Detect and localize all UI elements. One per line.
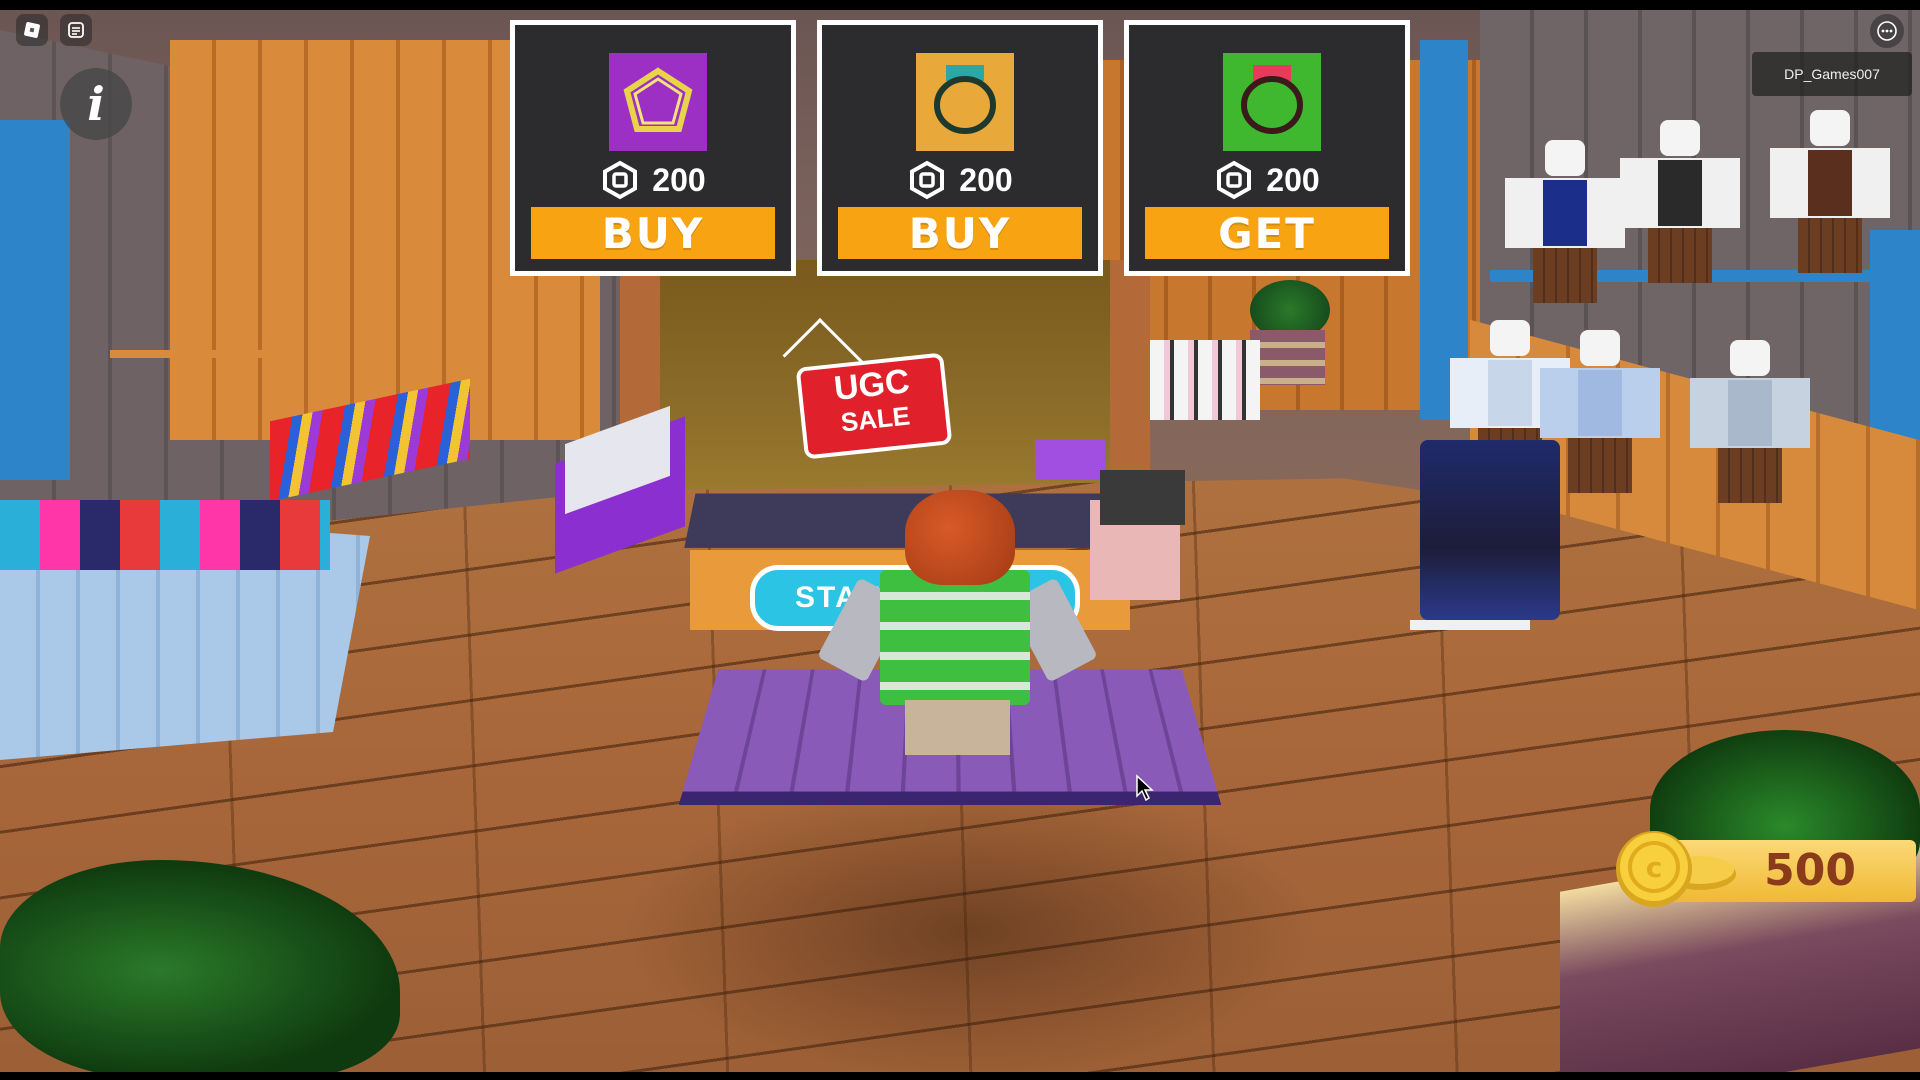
- mannequin: [1770, 110, 1890, 273]
- game-viewport[interactable]: STAN UGC SALE i DP_Games007 200 BUY 200 …: [0, 0, 1920, 1080]
- green-ring-item-icon: [1223, 53, 1321, 151]
- price-row: 200: [822, 155, 1098, 205]
- avatar-legs: [905, 700, 1010, 755]
- buy-button[interactable]: BUY: [838, 207, 1082, 259]
- info-icon: i: [87, 77, 105, 131]
- purple-box: [1035, 440, 1105, 480]
- clothing-rack-pink: [1150, 340, 1260, 420]
- price-label: 200: [1266, 161, 1320, 198]
- player-username: DP_Games007: [1752, 52, 1912, 96]
- hanging-clothes: [0, 500, 330, 570]
- coat-rack: [1420, 440, 1560, 620]
- roblox-logo-icon: [24, 22, 40, 38]
- mouse-cursor-icon: [1136, 774, 1154, 802]
- info-button[interactable]: i: [60, 68, 132, 140]
- ugc-sale-sign: UGC SALE: [795, 352, 953, 460]
- chat-button[interactable]: [60, 14, 92, 46]
- more-options-button[interactable]: [1870, 14, 1904, 48]
- mannequin: [1690, 340, 1810, 503]
- more-options-icon: [1877, 21, 1897, 41]
- coat-rack-base: [1410, 620, 1530, 630]
- purple-pentagon-item-icon: [609, 53, 707, 151]
- shop-item-card-3: 200 GET: [1124, 20, 1410, 276]
- avatar-torso: [880, 570, 1030, 705]
- mannequin: [1505, 140, 1625, 303]
- top-letterbox: [0, 0, 1920, 10]
- gold-ring-item-icon: [916, 53, 1014, 151]
- roblox-menu-button[interactable]: [16, 14, 48, 46]
- robux-icon: [1217, 160, 1252, 200]
- coin-amount: 500: [1764, 845, 1856, 896]
- shop-item-card-1: 200 BUY: [510, 20, 796, 276]
- robux-icon: [603, 160, 638, 200]
- price-row: 200: [515, 155, 791, 205]
- shop-item-card-2: 200 BUY: [817, 20, 1103, 276]
- price-row: 200: [1129, 155, 1405, 205]
- chat-icon: [68, 22, 84, 38]
- floor-shadow: [620, 780, 1320, 1080]
- blue-pillar-left: [0, 120, 70, 480]
- cash-register: [1100, 470, 1185, 525]
- mannequin: [1620, 120, 1740, 283]
- robux-icon: [910, 160, 945, 200]
- bottom-letterbox: [0, 1072, 1920, 1080]
- price-label: 200: [652, 161, 706, 198]
- svg-text:c: c: [1646, 851, 1663, 884]
- buy-button[interactable]: BUY: [531, 207, 775, 259]
- price-label: 200: [959, 161, 1013, 198]
- wall-shelf-left: [110, 350, 280, 358]
- gold-coin-icon: c: [1612, 828, 1742, 910]
- get-button[interactable]: GET: [1145, 207, 1389, 259]
- coin-counter: c 500: [1612, 828, 1916, 910]
- avatar-hair: [905, 490, 1015, 585]
- planter-box: [1250, 330, 1325, 385]
